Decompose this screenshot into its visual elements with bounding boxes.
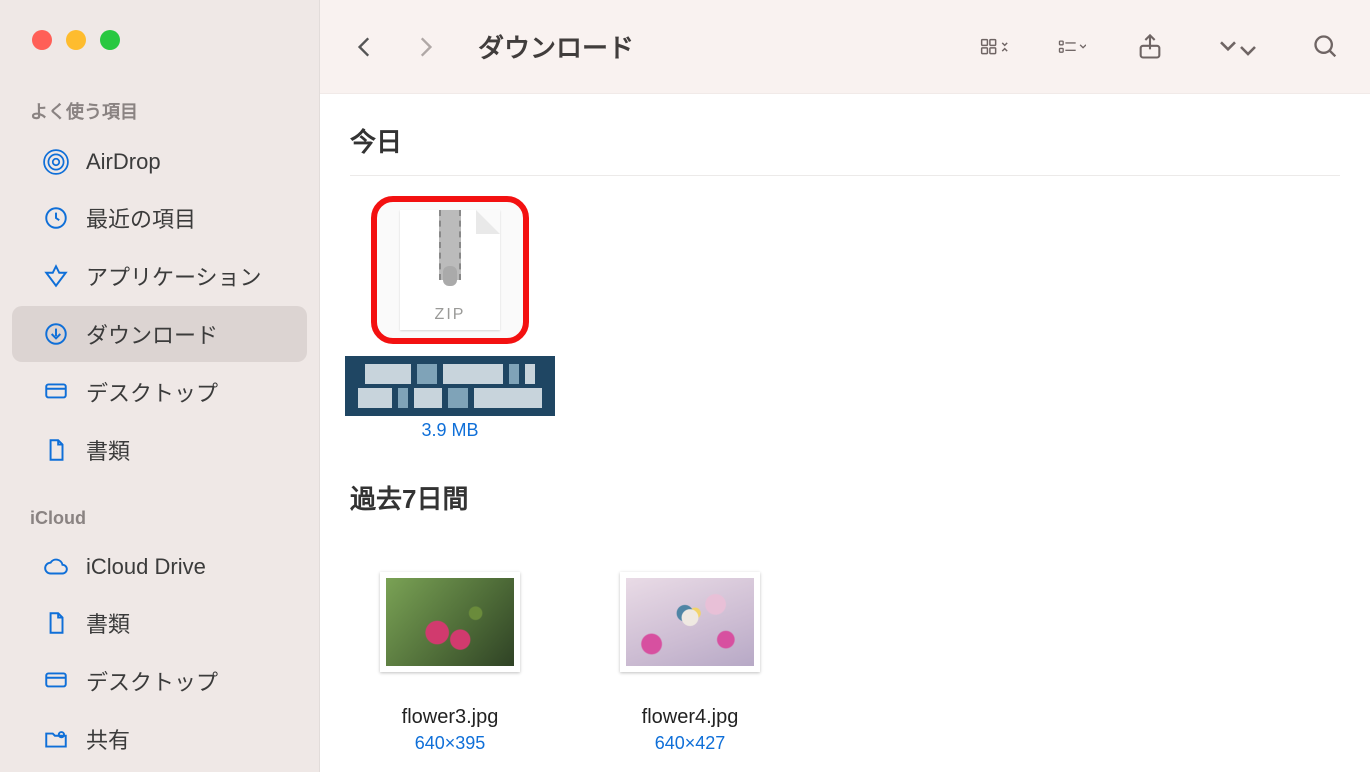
document-icon	[42, 436, 70, 464]
file-item-flower3[interactable]: flower3.jpg 640×395	[360, 552, 540, 754]
file-icon-zip-highlighted: ZIP	[371, 196, 529, 344]
finder-window: よく使う項目 AirDrop 最近の項目 アプリケーション	[0, 0, 1370, 772]
file-name: flower3.jpg	[402, 706, 499, 729]
desktop-icon	[42, 378, 70, 406]
shared-folder-icon	[42, 725, 70, 753]
file-thumbnail	[615, 552, 765, 692]
overflow-button[interactable]	[1214, 27, 1262, 67]
close-button[interactable]	[32, 30, 52, 50]
file-thumbnail	[375, 552, 525, 692]
file-dimensions: 640×427	[655, 733, 726, 754]
sidebar-item-applications[interactable]: アプリケーション	[12, 248, 307, 304]
file-item-flower4[interactable]: flower4.jpg 640×427	[600, 552, 780, 754]
desktop-icon	[42, 667, 70, 695]
sidebar-item-label: 書類	[86, 434, 130, 466]
sidebar-section-icloud: iCloud iCloud Drive 書類 デスクトップ	[0, 508, 319, 767]
sidebar-item-airdrop[interactable]: AirDrop	[12, 136, 307, 188]
applications-icon	[42, 262, 70, 290]
file-grid-last7days: flower3.jpg 640×395 flower4.jpg 640×427	[350, 552, 1340, 754]
window-controls	[0, 30, 319, 50]
search-button[interactable]	[1312, 27, 1340, 67]
minimize-button[interactable]	[66, 30, 86, 50]
file-item-zip[interactable]: ZIP 3.9 MB	[360, 196, 540, 441]
sidebar-item-label: ダウンロード	[86, 318, 218, 350]
sidebar-item-label: iCloud Drive	[86, 554, 206, 580]
sidebar-section-favorites: よく使う項目 AirDrop 最近の項目 アプリケーション	[0, 98, 319, 478]
image-thumbnail-icon	[386, 578, 514, 666]
view-mode-button[interactable]	[980, 27, 1008, 67]
toolbar: ダウンロード	[320, 0, 1370, 94]
sidebar-item-label: AirDrop	[86, 149, 161, 175]
toolbar-nav	[350, 32, 440, 62]
group-by-button[interactable]	[1058, 27, 1086, 67]
group-header-today: 今日	[350, 114, 1340, 176]
sidebar-item-icloud-documents[interactable]: 書類	[12, 595, 307, 651]
sidebar-item-label: 最近の項目	[86, 202, 196, 234]
image-thumbnail-icon	[626, 578, 754, 666]
group-header-last7days: 過去7日間	[350, 471, 1340, 532]
sidebar-item-label: 書類	[86, 607, 130, 639]
sidebar-item-label: デスクトップ	[86, 376, 218, 408]
main-area: ダウンロード	[320, 0, 1370, 772]
toolbar-right	[980, 27, 1340, 67]
sidebar-item-recents[interactable]: 最近の項目	[12, 190, 307, 246]
sidebar-item-icloud-desktop[interactable]: デスクトップ	[12, 653, 307, 709]
sidebar-item-desktop[interactable]: デスクトップ	[12, 364, 307, 420]
sidebar-item-documents[interactable]: 書類	[12, 422, 307, 478]
sidebar-item-label: デスクトップ	[86, 665, 218, 697]
back-button[interactable]	[350, 32, 380, 62]
share-button[interactable]	[1136, 27, 1164, 67]
sidebar-section-title: よく使う項目	[0, 98, 319, 134]
file-grid-today: ZIP 3.9 MB	[350, 196, 1340, 441]
file-name: flower4.jpg	[642, 706, 739, 729]
sidebar: よく使う項目 AirDrop 最近の項目 アプリケーション	[0, 0, 320, 772]
content-area: 今日 ZIP	[320, 94, 1370, 772]
zip-type-label: ZIP	[400, 306, 500, 324]
sidebar-section-title: iCloud	[0, 508, 319, 539]
sidebar-item-label: アプリケーション	[86, 260, 262, 292]
clock-icon	[42, 204, 70, 232]
file-name-redacted	[345, 356, 555, 416]
sidebar-item-downloads[interactable]: ダウンロード	[12, 306, 307, 362]
file-dimensions: 640×395	[415, 733, 486, 754]
maximize-button[interactable]	[100, 30, 120, 50]
sidebar-item-icloud-drive[interactable]: iCloud Drive	[12, 541, 307, 593]
cloud-icon	[42, 553, 70, 581]
window-title: ダウンロード	[478, 28, 960, 65]
zip-icon: ZIP	[400, 210, 500, 330]
document-icon	[42, 609, 70, 637]
download-icon	[42, 320, 70, 348]
forward-button[interactable]	[410, 32, 440, 62]
airdrop-icon	[42, 148, 70, 176]
sidebar-item-label: 共有	[86, 723, 130, 755]
sidebar-item-shared[interactable]: 共有	[12, 711, 307, 767]
file-size: 3.9 MB	[421, 420, 478, 441]
